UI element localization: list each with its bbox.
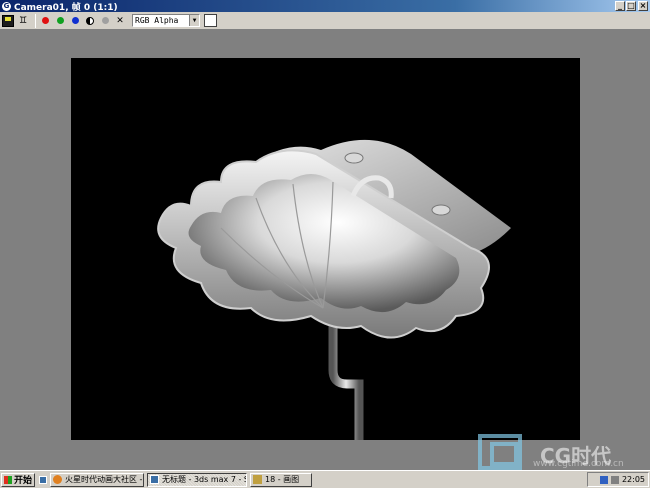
alpha-channel-icon — [86, 16, 94, 25]
clone-icon[interactable]: ♊ — [17, 15, 29, 27]
blue-channel-icon — [71, 17, 79, 24]
taskbar: 开始 火星时代动画大社区 - ... 无标题 - 3ds max 7 - St.… — [0, 470, 650, 488]
maximize-button[interactable]: □ — [626, 1, 636, 11]
drain-pipe — [328, 320, 364, 440]
app-icon[interactable]: G — [2, 1, 11, 11]
channel-select-value: RGB Alpha — [135, 16, 179, 25]
task-label: 无标题 - 3ds max 7 - St... — [162, 475, 246, 484]
right-tap — [431, 204, 451, 216]
channel-select[interactable]: RGB Alpha ▼ — [132, 14, 200, 27]
red-channel-icon — [41, 17, 49, 24]
monochrome-icon — [101, 17, 109, 24]
cg-logo-icon — [478, 434, 522, 470]
chevron-down-icon[interactable]: ▼ — [189, 15, 199, 26]
3dsmax-icon — [150, 475, 159, 484]
watermark-url: www.cgtime.com.cn — [533, 459, 624, 469]
alpha-channel-button[interactable] — [84, 15, 96, 27]
green-channel-button[interactable] — [54, 15, 66, 27]
green-channel-icon — [56, 17, 64, 24]
monochrome-button[interactable] — [99, 15, 111, 27]
clock[interactable]: 22:05 — [622, 475, 645, 484]
taskbar-item-paint[interactable]: 18 - 画图 — [250, 472, 312, 487]
red-channel-button[interactable] — [39, 15, 51, 27]
volume-icon[interactable] — [610, 475, 619, 484]
paint-icon — [253, 475, 262, 484]
start-button[interactable]: 开始 — [1, 472, 35, 487]
render-viewport — [71, 58, 580, 440]
frame-buffer-toolbar: ♊ ✕ RGB Alpha ▼ — [0, 12, 650, 30]
task-label: 火星时代动画大社区 - ... — [65, 475, 144, 484]
task-label: 18 - 画图 — [265, 475, 300, 484]
title-bar: G Camera01, 帧 0 (1:1) _ □ × — [0, 0, 650, 13]
left-tap — [344, 152, 364, 164]
taskbar-item-browser[interactable]: 火星时代动画大社区 - ... — [50, 472, 144, 487]
close-button[interactable]: × — [638, 1, 648, 11]
quick-launch-icon[interactable] — [38, 474, 48, 486]
toolbar-separator — [35, 13, 36, 28]
color-swatch[interactable] — [204, 14, 217, 27]
minimize-button[interactable]: _ — [615, 1, 625, 11]
browser-icon — [53, 475, 62, 484]
windows-logo-icon — [4, 475, 12, 484]
network-icon[interactable] — [599, 475, 608, 484]
save-icon[interactable] — [2, 14, 14, 27]
taskbar-item-3dsmax[interactable]: 无标题 - 3ds max 7 - St... — [147, 472, 247, 487]
start-label: 开始 — [14, 476, 33, 486]
clear-button[interactable]: ✕ — [114, 15, 126, 27]
system-tray: 22:05 — [587, 472, 649, 487]
window-title: Camera01, 帧 0 (1:1) — [14, 2, 118, 13]
washbasin-render — [157, 139, 511, 440]
blue-channel-button[interactable] — [69, 15, 81, 27]
